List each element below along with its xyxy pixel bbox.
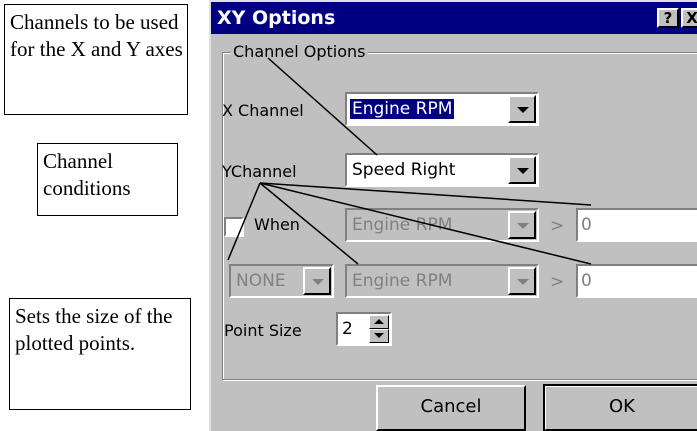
logic-value: NONE xyxy=(236,271,286,291)
chevron-down-icon xyxy=(517,107,529,113)
ok-button[interactable]: OK xyxy=(543,384,697,431)
x-channel-label: X Channel xyxy=(222,101,304,120)
when-label: When xyxy=(254,215,300,234)
point-size-up-button[interactable] xyxy=(369,315,389,329)
condition2-value-input[interactable]: 0 xyxy=(576,264,697,298)
x-channel-dropdown-button[interactable] xyxy=(508,95,536,123)
cancel-button[interactable]: Cancel xyxy=(376,385,526,431)
condition2-channel-select[interactable]: Engine RPM xyxy=(345,264,539,298)
dialog-title: XY Options xyxy=(217,7,336,29)
condition2-channel-value: Engine RPM xyxy=(352,271,453,291)
y-channel-dropdown-button[interactable] xyxy=(508,156,536,184)
chevron-up-icon xyxy=(374,319,384,324)
title-bar: XY Options ? X xyxy=(211,2,697,34)
y-channel-value: Speed Right xyxy=(352,160,456,180)
when-channel-select[interactable]: Engine RPM xyxy=(345,208,539,242)
when-value-input[interactable]: 0 xyxy=(576,208,697,242)
condition2-operator: > xyxy=(550,272,565,292)
callout-conditions: Channel conditions xyxy=(37,143,178,216)
chevron-down-icon xyxy=(517,223,529,229)
x-channel-select[interactable]: Engine RPM xyxy=(345,92,539,126)
xy-options-dialog: XY Options ? X Channel Options X Channel… xyxy=(209,0,697,431)
chevron-down-icon xyxy=(374,333,384,338)
close-button[interactable]: X xyxy=(681,8,697,28)
when-operator: > xyxy=(550,216,565,236)
x-channel-value: Engine RPM xyxy=(350,99,455,119)
when-channel-dropdown-button[interactable] xyxy=(508,211,536,239)
point-size-label: Point Size xyxy=(224,321,302,340)
when-channel-value: Engine RPM xyxy=(352,215,453,235)
logic-select[interactable]: NONE xyxy=(229,264,334,298)
when-checkbox[interactable] xyxy=(224,217,244,237)
callout-axes: Channels to be used for the X and Y axes xyxy=(4,4,188,115)
help-button[interactable]: ? xyxy=(657,8,679,28)
chevron-down-icon xyxy=(517,279,529,285)
callout-point-size: Sets the size of the plotted points. xyxy=(9,298,191,410)
group-label: Channel Options xyxy=(231,42,368,61)
chevron-down-icon xyxy=(517,168,529,174)
point-size-stepper[interactable]: 2 xyxy=(336,312,392,346)
chevron-down-icon xyxy=(312,279,324,285)
condition2-channel-dropdown-button[interactable] xyxy=(508,267,536,295)
point-size-value: 2 xyxy=(342,319,353,339)
point-size-down-button[interactable] xyxy=(369,329,389,343)
logic-dropdown-button[interactable] xyxy=(303,267,331,295)
y-channel-select[interactable]: Speed Right xyxy=(345,153,539,187)
y-channel-label: YChannel xyxy=(222,162,297,181)
